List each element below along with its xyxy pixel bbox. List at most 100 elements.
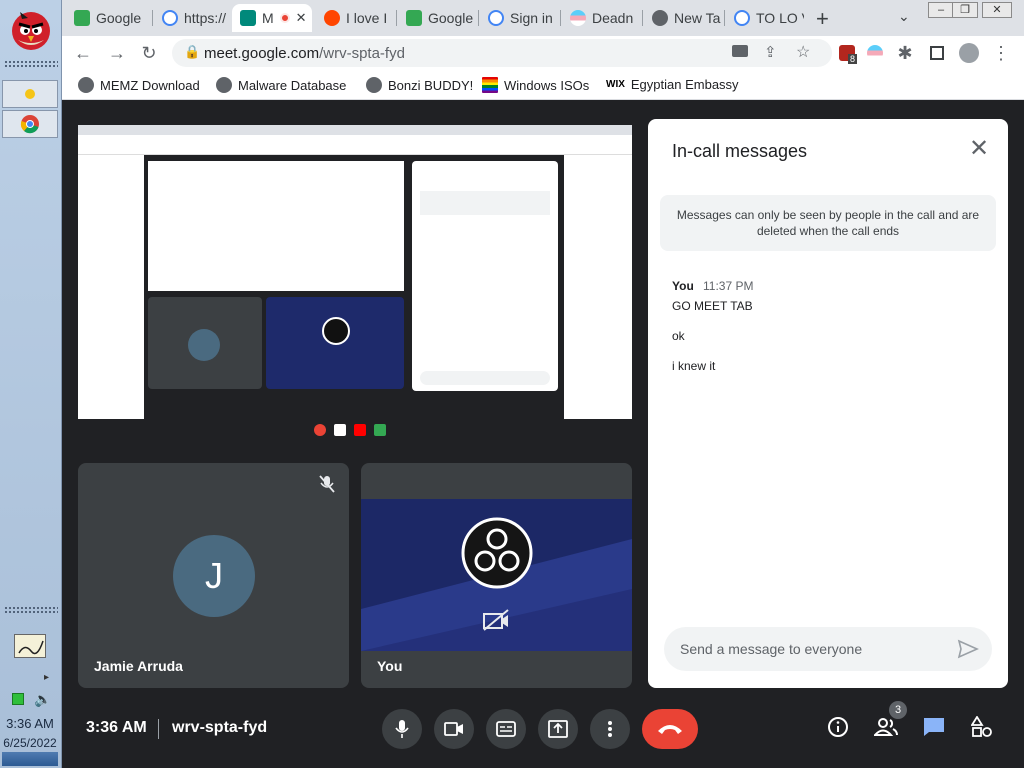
chat-bubble-icon	[924, 718, 944, 736]
bookmark-label: MEMZ Download	[100, 77, 200, 93]
share-icon[interactable]: ⇪	[764, 43, 777, 61]
bookmarks-bar: MEMZ Download Malware Database Bonzi BUD…	[62, 70, 1024, 100]
chat-title: In-call messages	[672, 141, 808, 161]
volume-icon[interactable]: 🔈	[34, 691, 51, 708]
globe-icon	[78, 77, 94, 93]
message-time: 11:37 PM	[703, 279, 754, 293]
tab-label: Google	[96, 10, 142, 26]
tab-active-meet[interactable]: M ✕	[232, 4, 312, 32]
taskbar-grip[interactable]	[4, 60, 58, 68]
tab[interactable]: I love I	[316, 4, 394, 32]
chat-button[interactable]	[920, 713, 948, 741]
angry-bird-logo-icon[interactable]	[6, 4, 56, 52]
back-button[interactable]: ←	[70, 40, 96, 66]
present-screen-button[interactable]	[538, 709, 578, 749]
bookmark-star-icon[interactable]: ☆	[796, 42, 810, 62]
tab-label: New Ta	[674, 10, 721, 26]
extension-shield-icon[interactable]: 8	[834, 40, 860, 66]
taskbar-date: 6/25/2022	[3, 736, 57, 750]
camera-icon[interactable]	[732, 45, 748, 57]
meeting-code[interactable]: wrv-spta-fyd	[172, 719, 267, 737]
chevron-right-icon[interactable]: ▸	[44, 672, 49, 683]
participant-name: You	[377, 658, 403, 674]
minimize-button[interactable]: –	[928, 2, 954, 18]
participant-tile-you[interactable]: You	[361, 463, 632, 688]
chat-message: i knew it	[672, 359, 716, 373]
reload-button[interactable]: ↻	[136, 40, 162, 66]
camera-button[interactable]	[434, 709, 474, 749]
shared-screen-you-tile	[266, 297, 404, 389]
url-path: /wrv-spta-fyd	[319, 45, 405, 62]
recording-icon	[279, 13, 290, 23]
side-panel-icon[interactable]	[924, 40, 950, 66]
extensions-puzzle-icon[interactable]: ✱	[892, 40, 918, 66]
bookmark-label: Bonzi BUDDY!	[388, 77, 474, 93]
flag-extension-icon[interactable]	[862, 40, 888, 66]
bookmark-item[interactable]: MEMZ Download	[78, 77, 200, 93]
bookmark-item[interactable]: Bonzi BUDDY!	[366, 77, 473, 93]
tab-search-chevron-icon[interactable]: ⌄	[898, 8, 910, 25]
tab-label: https://	[184, 10, 227, 26]
tab-label: I love I	[346, 10, 388, 26]
microphone-button[interactable]	[382, 709, 422, 749]
captions-button[interactable]	[486, 709, 526, 749]
forward-button[interactable]: →	[104, 40, 130, 66]
leave-call-button[interactable]	[642, 709, 698, 749]
shared-screen-toolbar	[78, 135, 632, 155]
tab[interactable]: Google	[398, 4, 476, 32]
lock-icon[interactable]: 🔒	[184, 44, 200, 60]
taskbar-chrome-button[interactable]	[2, 110, 58, 138]
tab[interactable]: Sign in	[480, 4, 558, 32]
network-icon[interactable]	[12, 693, 24, 705]
bookmark-item[interactable]: Windows ISOs	[482, 77, 589, 93]
tab-label: Deadn	[592, 10, 634, 26]
chrome-icon	[20, 115, 39, 134]
taskbar-app-button[interactable]	[2, 80, 58, 108]
chat-message-input[interactable]	[680, 639, 940, 659]
google-classroom-icon	[74, 10, 90, 26]
in-call-messages-panel: In-call messages ✕ Messages can only be …	[648, 119, 1008, 688]
tab[interactable]: Google	[66, 4, 150, 32]
close-icon[interactable]: ✕	[966, 137, 992, 163]
info-icon	[828, 717, 848, 737]
rainbow-flag-icon	[482, 77, 498, 93]
close-window-button[interactable]: ✕	[982, 2, 1012, 18]
bookmark-label: Malware Database	[238, 77, 347, 93]
meet-stage: J Jamie Arruda You In-call messages ✕ Me…	[62, 101, 1024, 768]
profile-avatar-icon[interactable]	[956, 40, 982, 66]
flag-icon	[570, 10, 586, 26]
address-bar[interactable]: 🔒 meet.google.com/wrv-spta-fyd ⇪ ☆	[172, 39, 832, 67]
start-bar[interactable]	[2, 752, 58, 766]
sun-icon	[25, 89, 35, 99]
tab[interactable]: New Ta	[644, 4, 722, 32]
participant-tile-jamie[interactable]: J Jamie Arruda	[78, 463, 349, 688]
screen-share-tile[interactable]	[78, 125, 632, 443]
restore-button[interactable]: ❐	[952, 2, 978, 18]
tab[interactable]: TO LO V	[726, 4, 804, 32]
close-tab-icon[interactable]: ✕	[296, 10, 307, 26]
bookmark-item[interactable]: WIX Egyptian Embassy	[606, 77, 739, 92]
more-vert-icon	[608, 721, 612, 737]
new-tab-button[interactable]: +	[816, 6, 829, 32]
taskbar-grip[interactable]	[4, 606, 58, 614]
camera-off-icon	[483, 609, 509, 631]
microphone-icon	[395, 720, 409, 738]
meeting-details-button[interactable]	[824, 713, 852, 741]
activities-button[interactable]	[968, 713, 996, 741]
present-icon	[548, 720, 568, 738]
signature-icon[interactable]	[14, 634, 46, 658]
more-options-button[interactable]	[590, 709, 630, 749]
taskbar-clock[interactable]: 3:36 AM	[0, 716, 60, 731]
chat-notice: Messages can only be seen by people in t…	[660, 195, 996, 251]
globe-icon	[216, 77, 232, 93]
tab[interactable]: Deadn	[562, 4, 640, 32]
tab[interactable]: https://	[154, 4, 228, 32]
avatar: J	[173, 535, 255, 617]
captions-icon	[496, 721, 516, 737]
send-icon[interactable]	[956, 637, 980, 661]
message-author: You	[672, 279, 694, 293]
google-meet-icon	[240, 10, 256, 26]
bookmark-item[interactable]: Malware Database	[216, 77, 346, 93]
menu-kebab-icon[interactable]: ⋮	[988, 40, 1014, 66]
reddit-icon	[324, 10, 340, 26]
